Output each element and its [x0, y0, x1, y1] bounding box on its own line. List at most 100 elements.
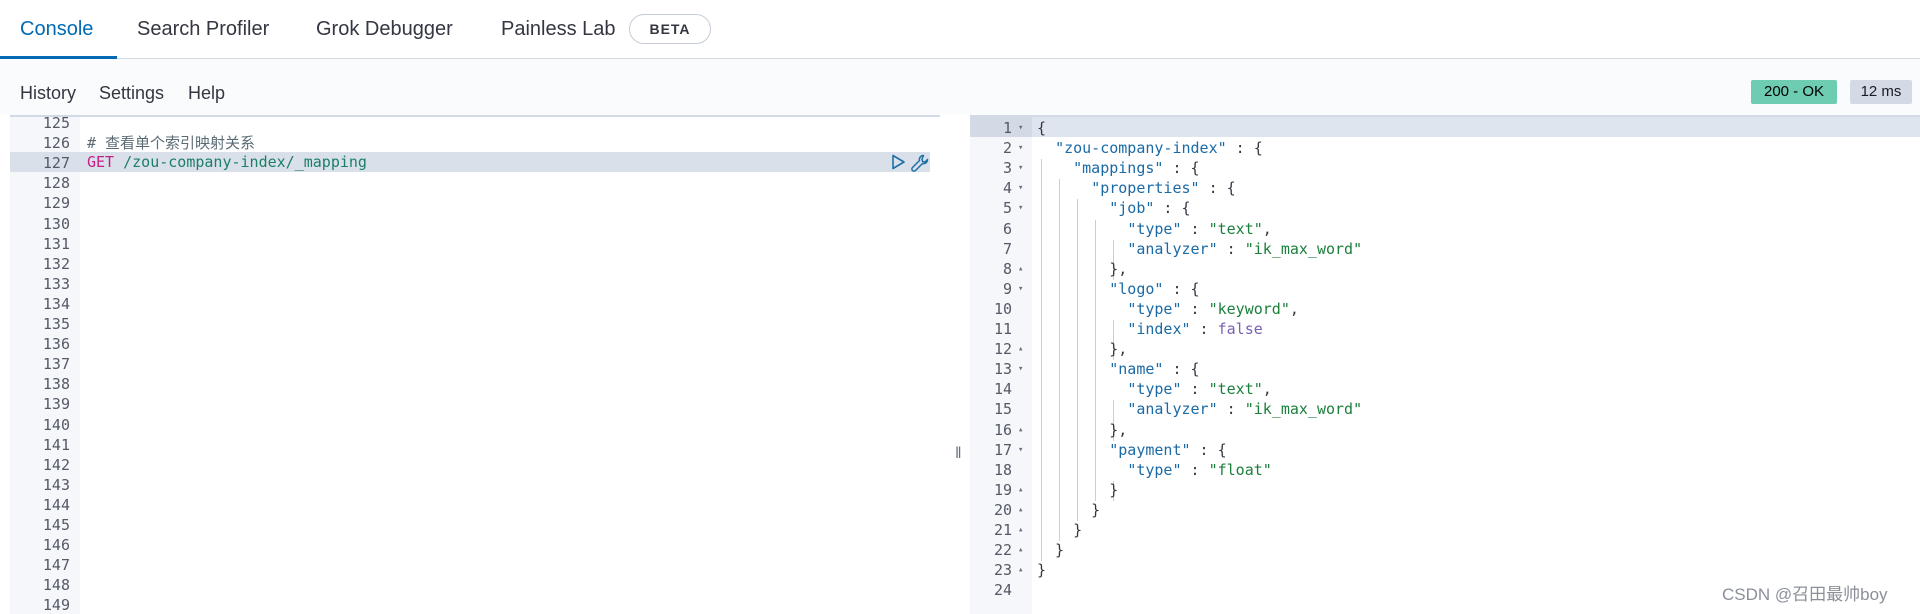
json-punctuation — [1037, 179, 1091, 197]
line-number: 12 — [993, 340, 1012, 359]
line-number: 24 — [993, 581, 1012, 600]
line-number: 142 — [42, 455, 70, 474]
request-editor[interactable]: 125 126 127 128 129 130 131 132 133 134 135 136 137 1… — [10, 115, 940, 614]
json-line: }, — [1037, 260, 1127, 278]
json-key: "analyzer" — [1127, 400, 1218, 419]
request-method: GET — [87, 153, 115, 171]
run-request-icon[interactable] — [890, 154, 906, 170]
wrench-icon[interactable] — [910, 153, 930, 173]
json-string: "text" — [1208, 380, 1263, 399]
json-line: "mappings" : { — [1037, 159, 1200, 178]
fold-toggle-icon[interactable]: ▴ — [1018, 525, 1023, 535]
line-number: 132 — [42, 254, 70, 273]
json-punctuation — [1037, 280, 1109, 298]
json-punctuation: : { — [1163, 360, 1200, 379]
line-number: 135 — [42, 315, 70, 333]
request-comment: # 查看单个索引映射关系 — [87, 134, 256, 152]
help-button[interactable]: Help — [188, 83, 225, 104]
line-number: 10 — [993, 299, 1012, 318]
tab-console[interactable]: Console — [20, 0, 93, 58]
fold-toggle-icon[interactable]: ▾ — [1018, 123, 1023, 133]
json-punctuation — [1037, 461, 1127, 479]
settings-button[interactable]: Settings — [99, 83, 164, 104]
json-punctuation: : { — [1226, 139, 1263, 158]
json-string: "text" — [1208, 219, 1263, 238]
line-number: 23 — [993, 561, 1012, 580]
line-number: 20 — [993, 500, 1012, 519]
fold-toggle-icon[interactable]: ▴ — [1018, 565, 1023, 575]
json-line: } — [1037, 521, 1082, 539]
fold-toggle-icon[interactable]: ▾ — [1018, 163, 1023, 173]
tab-painless-lab[interactable]: Painless Lab — [501, 0, 616, 58]
status-badge: 200 - OK — [1751, 80, 1837, 104]
fold-toggle-icon[interactable]: ▴ — [1018, 264, 1023, 274]
json-key: "job" — [1109, 199, 1155, 218]
json-punctuation: : — [1181, 380, 1209, 399]
json-line: "index" : false — [1037, 320, 1263, 338]
line-number: 19 — [993, 480, 1012, 499]
json-punctuation: }, — [1037, 420, 1128, 439]
json-line: "logo" : { — [1037, 280, 1199, 298]
json-punctuation: , — [1262, 219, 1272, 238]
json-string: "ik_max_word" — [1244, 239, 1363, 258]
history-button[interactable]: History — [20, 83, 76, 104]
json-string: "keyword" — [1208, 299, 1290, 318]
line-number: 128 — [42, 174, 70, 193]
line-number: 137 — [42, 355, 70, 374]
line-number: 5 — [1002, 199, 1012, 218]
fold-toggle-icon[interactable]: ▴ — [1018, 344, 1023, 354]
json-punctuation: : { — [1154, 199, 1191, 218]
fold-toggle-icon[interactable]: ▾ — [1018, 445, 1023, 455]
json-key: "type" — [1127, 380, 1182, 399]
json-line: "analyzer" : "ik_max_word" — [1037, 400, 1362, 418]
line-number: 17 — [993, 440, 1012, 459]
json-punctuation — [1037, 220, 1127, 238]
fold-toggle-icon[interactable]: ▴ — [1018, 505, 1023, 515]
line-number: 2 — [1002, 139, 1012, 158]
json-punctuation: , — [1289, 299, 1299, 318]
json-line: { — [1037, 119, 1046, 137]
json-punctuation — [1037, 441, 1109, 459]
line-number: 140 — [42, 415, 70, 434]
json-punctuation — [1037, 139, 1055, 157]
json-key: "analyzer" — [1127, 239, 1218, 258]
fold-toggle-icon[interactable]: ▾ — [1018, 203, 1023, 213]
line-number: 7 — [1002, 239, 1012, 258]
fold-toggle-icon[interactable]: ▾ — [1018, 364, 1023, 374]
json-punctuation: { — [1037, 119, 1047, 137]
json-line: } — [1037, 561, 1046, 579]
request-time-badge: 12 ms — [1850, 80, 1912, 104]
line-number: 144 — [42, 495, 70, 514]
json-punctuation — [1037, 240, 1127, 258]
json-string: "ik_max_word" — [1244, 400, 1363, 419]
json-line: "name" : { — [1037, 360, 1200, 379]
json-punctuation: : { — [1163, 159, 1200, 178]
fold-toggle-icon[interactable]: ▴ — [1018, 545, 1023, 555]
json-punctuation — [1037, 159, 1073, 177]
json-line: "type" : "text", — [1037, 380, 1272, 398]
fold-toggle-icon[interactable]: ▴ — [1018, 485, 1023, 495]
json-punctuation — [1037, 400, 1127, 418]
fold-toggle-icon[interactable]: ▾ — [1018, 284, 1023, 294]
json-punctuation: } — [1037, 480, 1119, 499]
json-punctuation — [1037, 199, 1109, 217]
fold-toggle-icon[interactable]: ▴ — [1018, 425, 1023, 435]
json-line: "job" : { — [1037, 199, 1191, 218]
json-line: "analyzer" : "ik_max_word" — [1037, 240, 1362, 258]
json-line: }, — [1037, 340, 1127, 358]
line-number: 14 — [993, 380, 1012, 399]
watermark: CSDN @召田最帅boy — [1722, 585, 1888, 604]
json-punctuation — [1037, 380, 1127, 398]
request-line[interactable]: GET /zou-company-index/_mapping — [87, 153, 367, 171]
tab-grok-debugger[interactable]: Grok Debugger — [316, 0, 453, 58]
fold-toggle-icon[interactable]: ▾ — [1018, 143, 1023, 153]
line-number: 133 — [42, 274, 70, 293]
pane-resize-handle[interactable]: ‖ — [955, 445, 962, 463]
line-number: 1 — [1002, 119, 1012, 137]
json-boolean: false — [1217, 320, 1263, 338]
json-key: "index" — [1127, 320, 1191, 338]
line-number: 148 — [42, 576, 70, 595]
tab-search-profiler[interactable]: Search Profiler — [137, 0, 269, 58]
fold-toggle-icon[interactable]: ▾ — [1018, 183, 1023, 193]
line-number: 130 — [42, 214, 70, 233]
